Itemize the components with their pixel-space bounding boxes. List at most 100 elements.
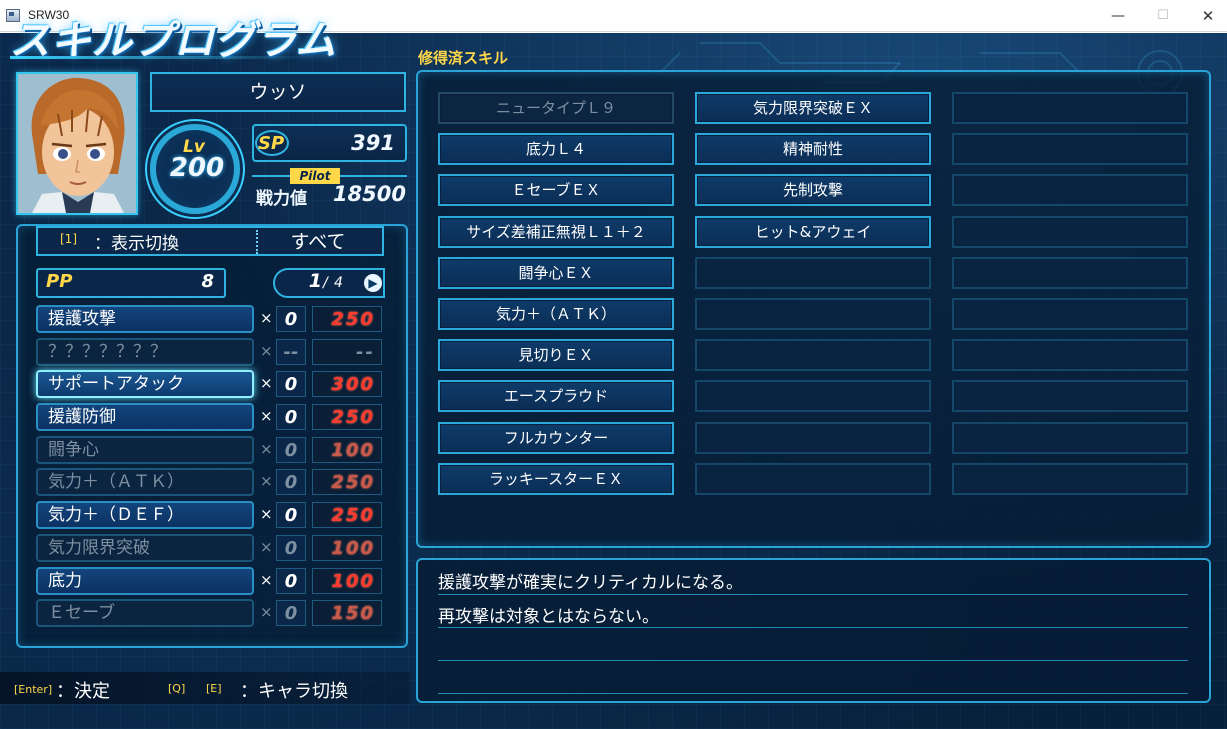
multiply-sign: × bbox=[260, 407, 273, 426]
sp-label: SP bbox=[258, 133, 285, 154]
description-rule bbox=[438, 594, 1188, 595]
program-row[interactable]: サポートアタック × 0 300 bbox=[36, 368, 386, 401]
description-rule bbox=[438, 660, 1188, 661]
multiply-sign: × bbox=[260, 603, 273, 622]
empty-skill-slot[interactable] bbox=[952, 462, 1188, 495]
empty-skill-slot[interactable] bbox=[695, 256, 931, 289]
empty-skill-slot[interactable] bbox=[695, 462, 931, 495]
sp-value: 391 bbox=[351, 131, 395, 155]
empty-skill-slot[interactable] bbox=[952, 133, 1188, 166]
empty-skill-slot[interactable] bbox=[952, 339, 1188, 372]
program-name: 闘争心 bbox=[36, 435, 254, 464]
program-cost: 100 bbox=[312, 534, 382, 561]
learned-skill[interactable]: ヒット&アウェイ bbox=[695, 215, 931, 248]
q-key-hint: [Q] bbox=[168, 682, 186, 695]
program-count: 0 bbox=[276, 567, 306, 594]
empty-skill-slot[interactable] bbox=[952, 174, 1188, 207]
multiply-sign: × bbox=[260, 374, 273, 393]
program-count: 0 bbox=[276, 436, 306, 463]
program-cost: 250 bbox=[312, 502, 382, 529]
program-name: 気力＋（ＤＥＦ） bbox=[36, 501, 254, 530]
multiply-sign: × bbox=[260, 472, 273, 491]
empty-skill-slot[interactable] bbox=[952, 421, 1188, 454]
empty-skill-slot[interactable] bbox=[952, 92, 1188, 124]
program-name: ？？？？？？？ bbox=[36, 337, 254, 366]
multiply-sign: × bbox=[260, 537, 273, 556]
program-count: 0 bbox=[276, 502, 306, 529]
learned-skill[interactable]: ＥセーブＥＸ bbox=[438, 174, 674, 207]
program-count: 0 bbox=[276, 600, 306, 627]
program-row[interactable]: ？？？？？？？ × -- -- bbox=[36, 336, 386, 369]
page-slash: / bbox=[323, 275, 328, 291]
program-row[interactable]: 気力限界突破 × 0 100 bbox=[36, 532, 386, 565]
learned-skill[interactable]: ラッキースターＥＸ bbox=[438, 462, 674, 495]
multiply-sign: × bbox=[260, 309, 273, 327]
program-cost: 250 bbox=[312, 404, 382, 431]
program-count: 0 bbox=[276, 469, 306, 496]
description-rule bbox=[438, 693, 1188, 694]
description-rule bbox=[438, 627, 1188, 628]
program-row[interactable]: Ｅセーブ × 0 150 bbox=[36, 597, 386, 630]
page-current: 1 bbox=[308, 270, 322, 292]
learned-skill[interactable]: 先制攻撃 bbox=[695, 174, 931, 207]
empty-skill-slot[interactable] bbox=[695, 298, 931, 330]
empty-skill-slot[interactable] bbox=[952, 215, 1188, 248]
multiply-sign: × bbox=[260, 505, 273, 524]
empty-skill-slot[interactable] bbox=[695, 380, 931, 413]
description-line: 援護攻撃が確実にクリティカルになる。 bbox=[438, 573, 743, 593]
program-cost: 100 bbox=[312, 567, 382, 594]
pp-value: 8 bbox=[201, 271, 214, 292]
maximize-button[interactable]: ☐ bbox=[1140, 0, 1186, 32]
level-value: 200 bbox=[169, 153, 225, 183]
program-row[interactable]: 気力＋（ＡＴＫ） × 0 250 bbox=[36, 466, 386, 499]
learned-skill[interactable]: 気力限界突破ＥＸ bbox=[695, 92, 931, 124]
learned-skill[interactable]: 精神耐性 bbox=[695, 133, 931, 166]
pilot-portrait bbox=[16, 72, 138, 215]
pilot-name: ウッソ bbox=[150, 72, 406, 112]
program-cost: 250 bbox=[312, 306, 382, 332]
program-name: 気力限界突破 bbox=[36, 533, 254, 562]
learned-skill[interactable]: ニュータイプＬ９ bbox=[438, 92, 674, 124]
empty-skill-slot[interactable] bbox=[952, 380, 1188, 413]
e-key-hint: [E] bbox=[206, 682, 222, 695]
program-row[interactable]: 援護防御 × 0 250 bbox=[36, 401, 386, 434]
program-row[interactable]: 援護攻撃 × 0 250 bbox=[36, 303, 386, 336]
program-cost: -- bbox=[312, 338, 382, 365]
close-button[interactable]: ✕ bbox=[1185, 0, 1227, 32]
description-line: 再攻撃は対象とはならない。 bbox=[438, 607, 659, 627]
learned-skill[interactable]: フルカウンター bbox=[438, 421, 674, 454]
learned-skill[interactable]: 底力Ｌ４ bbox=[438, 133, 674, 166]
learned-skill[interactable]: エースプラウド bbox=[438, 380, 674, 413]
empty-skill-slot[interactable] bbox=[952, 298, 1188, 330]
program-count: 0 bbox=[276, 306, 306, 332]
learned-skill[interactable]: 闘争心ＥＸ bbox=[438, 256, 674, 289]
program-cost: 100 bbox=[312, 436, 382, 463]
title-underline bbox=[10, 56, 310, 59]
empty-skill-slot[interactable] bbox=[695, 421, 931, 454]
multiply-sign: × bbox=[260, 570, 273, 589]
next-page-icon[interactable]: ▶ bbox=[364, 274, 382, 292]
program-count: 0 bbox=[276, 534, 306, 561]
filter-label: ：表示切換 bbox=[94, 234, 179, 254]
empty-skill-slot[interactable] bbox=[695, 339, 931, 372]
program-name: 援護攻撃 bbox=[36, 305, 254, 333]
pp-label: PP bbox=[46, 271, 73, 292]
program-cost: 250 bbox=[312, 469, 382, 496]
empty-skill-slot[interactable] bbox=[952, 256, 1188, 289]
learned-skill[interactable]: 見切りＥＸ bbox=[438, 339, 674, 372]
program-row[interactable]: 底力 × 0 100 bbox=[36, 565, 386, 598]
minimize-button[interactable]: — bbox=[1095, 0, 1141, 32]
filter-value[interactable]: すべて bbox=[258, 227, 378, 254]
program-name: 気力＋（ＡＴＫ） bbox=[36, 468, 254, 497]
program-name: Ｅセーブ bbox=[36, 599, 254, 628]
program-count: 0 bbox=[276, 371, 306, 398]
program-row[interactable]: 闘争心 × 0 100 bbox=[36, 434, 386, 467]
program-row[interactable]: 気力＋（ＤＥＦ） × 0 250 bbox=[36, 499, 386, 532]
confirm-hint: ：決定 bbox=[56, 681, 110, 702]
program-name: 援護防御 bbox=[36, 403, 254, 432]
character-switch-hint: ：キャラ切換 bbox=[240, 681, 348, 702]
program-cost: 300 bbox=[312, 371, 382, 398]
learned-skill[interactable]: 気力＋（ＡＴＫ） bbox=[438, 298, 674, 330]
program-count: -- bbox=[276, 338, 306, 365]
learned-skill[interactable]: サイズ差補正無視Ｌ１＋２ bbox=[438, 215, 674, 248]
